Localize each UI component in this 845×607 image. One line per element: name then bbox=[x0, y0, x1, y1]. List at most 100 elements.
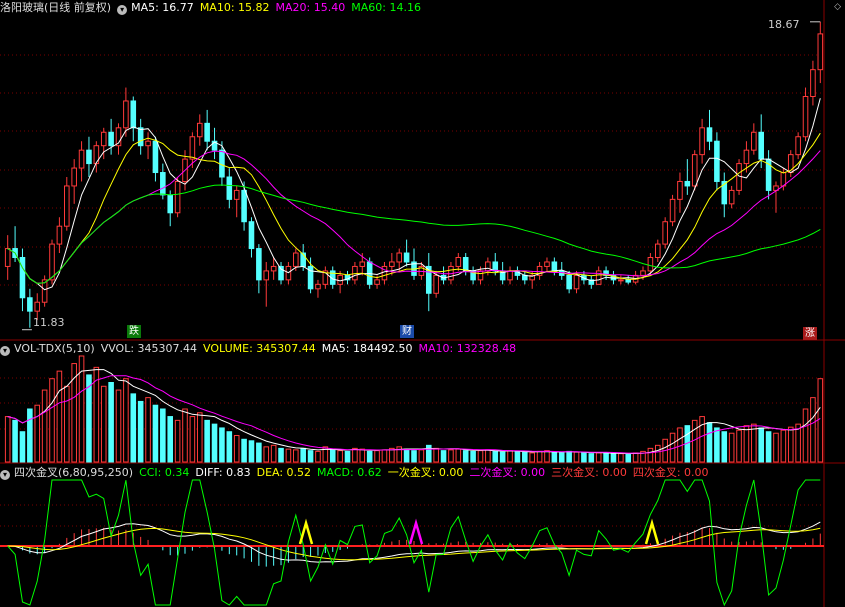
candle-body bbox=[802, 96, 809, 138]
volume-bar bbox=[248, 440, 255, 463]
event-marker-up[interactable]: 涨 bbox=[803, 327, 817, 340]
volume-bar bbox=[551, 451, 558, 463]
candle-body bbox=[706, 127, 713, 142]
volume-bar bbox=[433, 447, 439, 463]
volume-bar bbox=[12, 419, 18, 463]
candle-body bbox=[256, 248, 262, 281]
candle-body bbox=[566, 274, 572, 290]
volume-bar bbox=[152, 404, 159, 463]
volume-bar bbox=[241, 438, 247, 463]
volume-bar bbox=[721, 431, 728, 463]
candle-body bbox=[248, 221, 255, 250]
candle-body bbox=[293, 252, 299, 267]
volume-bar bbox=[233, 435, 240, 463]
volume-bar bbox=[204, 419, 210, 463]
volume-bar bbox=[455, 448, 462, 463]
volume-bar bbox=[160, 408, 166, 463]
candle-body bbox=[270, 265, 277, 272]
volume-bar bbox=[78, 355, 85, 463]
volume-bar bbox=[817, 378, 824, 463]
candle-body bbox=[654, 243, 661, 258]
volume-bar bbox=[714, 427, 720, 463]
candle-body bbox=[241, 189, 247, 223]
volume-bar bbox=[211, 423, 218, 463]
volume-bar bbox=[492, 450, 499, 463]
candle-body bbox=[396, 252, 403, 263]
candle-body bbox=[462, 257, 469, 272]
candle-body bbox=[492, 261, 499, 272]
candle-body bbox=[455, 257, 462, 267]
volume-bar bbox=[256, 442, 262, 463]
volume-bar bbox=[470, 450, 476, 463]
volume-bar bbox=[219, 427, 225, 463]
candle-body bbox=[337, 274, 343, 285]
volume-bar bbox=[448, 449, 454, 463]
volume-bar bbox=[307, 450, 314, 463]
candle-body bbox=[145, 140, 151, 147]
vol-ma10-line bbox=[7, 375, 821, 454]
volume-bar bbox=[19, 431, 26, 463]
volume-bar bbox=[137, 400, 144, 463]
candle-body bbox=[810, 69, 816, 97]
candle-body bbox=[544, 261, 550, 267]
event-marker-finance[interactable]: 财 bbox=[400, 325, 414, 338]
candle-body bbox=[167, 194, 174, 214]
volume-bar bbox=[743, 425, 750, 463]
volume-bar bbox=[603, 452, 609, 463]
candle-body bbox=[817, 33, 824, 71]
candle-body bbox=[100, 131, 107, 147]
volume-bar bbox=[278, 447, 284, 463]
volume-bar bbox=[610, 453, 617, 463]
volume-bar bbox=[647, 447, 654, 463]
volume-bar bbox=[440, 450, 447, 463]
candle-body bbox=[573, 274, 580, 290]
volume-bar bbox=[359, 448, 366, 463]
candle-body bbox=[49, 243, 55, 281]
candle-body bbox=[684, 180, 691, 187]
candle-body bbox=[152, 140, 159, 174]
volume-bar bbox=[115, 389, 122, 463]
candle-body bbox=[758, 131, 764, 160]
volume-bar bbox=[536, 450, 543, 463]
volume-bar bbox=[558, 452, 565, 463]
candle-body bbox=[27, 297, 33, 312]
volume-bar bbox=[174, 419, 181, 463]
stock-chart[interactable] bbox=[0, 0, 845, 607]
volume-bar bbox=[182, 408, 188, 463]
candle-body bbox=[4, 248, 11, 267]
volume-bar bbox=[544, 450, 550, 463]
volume-bar bbox=[773, 432, 779, 463]
volume-bar bbox=[374, 450, 380, 463]
volume-bar bbox=[189, 416, 196, 463]
candle-body bbox=[507, 270, 513, 281]
volume-bar bbox=[418, 449, 425, 463]
volume-bar bbox=[462, 450, 469, 463]
volume-bar bbox=[130, 393, 137, 463]
volume-bar bbox=[736, 429, 742, 463]
candle-body bbox=[196, 122, 203, 138]
low-price-label: 11.83 bbox=[33, 316, 65, 329]
volume-bar bbox=[263, 446, 270, 463]
volume-bar bbox=[699, 416, 705, 463]
candle-body bbox=[374, 279, 380, 285]
volume-bar bbox=[300, 447, 306, 463]
volume-bar bbox=[787, 426, 794, 463]
volume-bar bbox=[270, 444, 277, 463]
high-price-label: 18.67 bbox=[768, 18, 800, 31]
candle-body bbox=[315, 283, 321, 290]
candle-body bbox=[263, 270, 270, 281]
vol-ma5-line bbox=[7, 369, 821, 454]
volume-bar bbox=[41, 389, 48, 463]
volume-bar bbox=[595, 452, 602, 463]
event-marker-down[interactable]: 跌 bbox=[127, 325, 141, 338]
candle-body bbox=[226, 176, 233, 200]
volume-bar bbox=[691, 419, 698, 463]
candle-body bbox=[640, 270, 646, 276]
volume-bar bbox=[337, 450, 343, 463]
volume-bar bbox=[49, 378, 55, 463]
candle-body bbox=[64, 185, 70, 227]
candle-body bbox=[34, 301, 41, 312]
volume-bar bbox=[56, 370, 63, 463]
candle-body bbox=[433, 274, 439, 294]
volume-bar bbox=[226, 431, 233, 463]
